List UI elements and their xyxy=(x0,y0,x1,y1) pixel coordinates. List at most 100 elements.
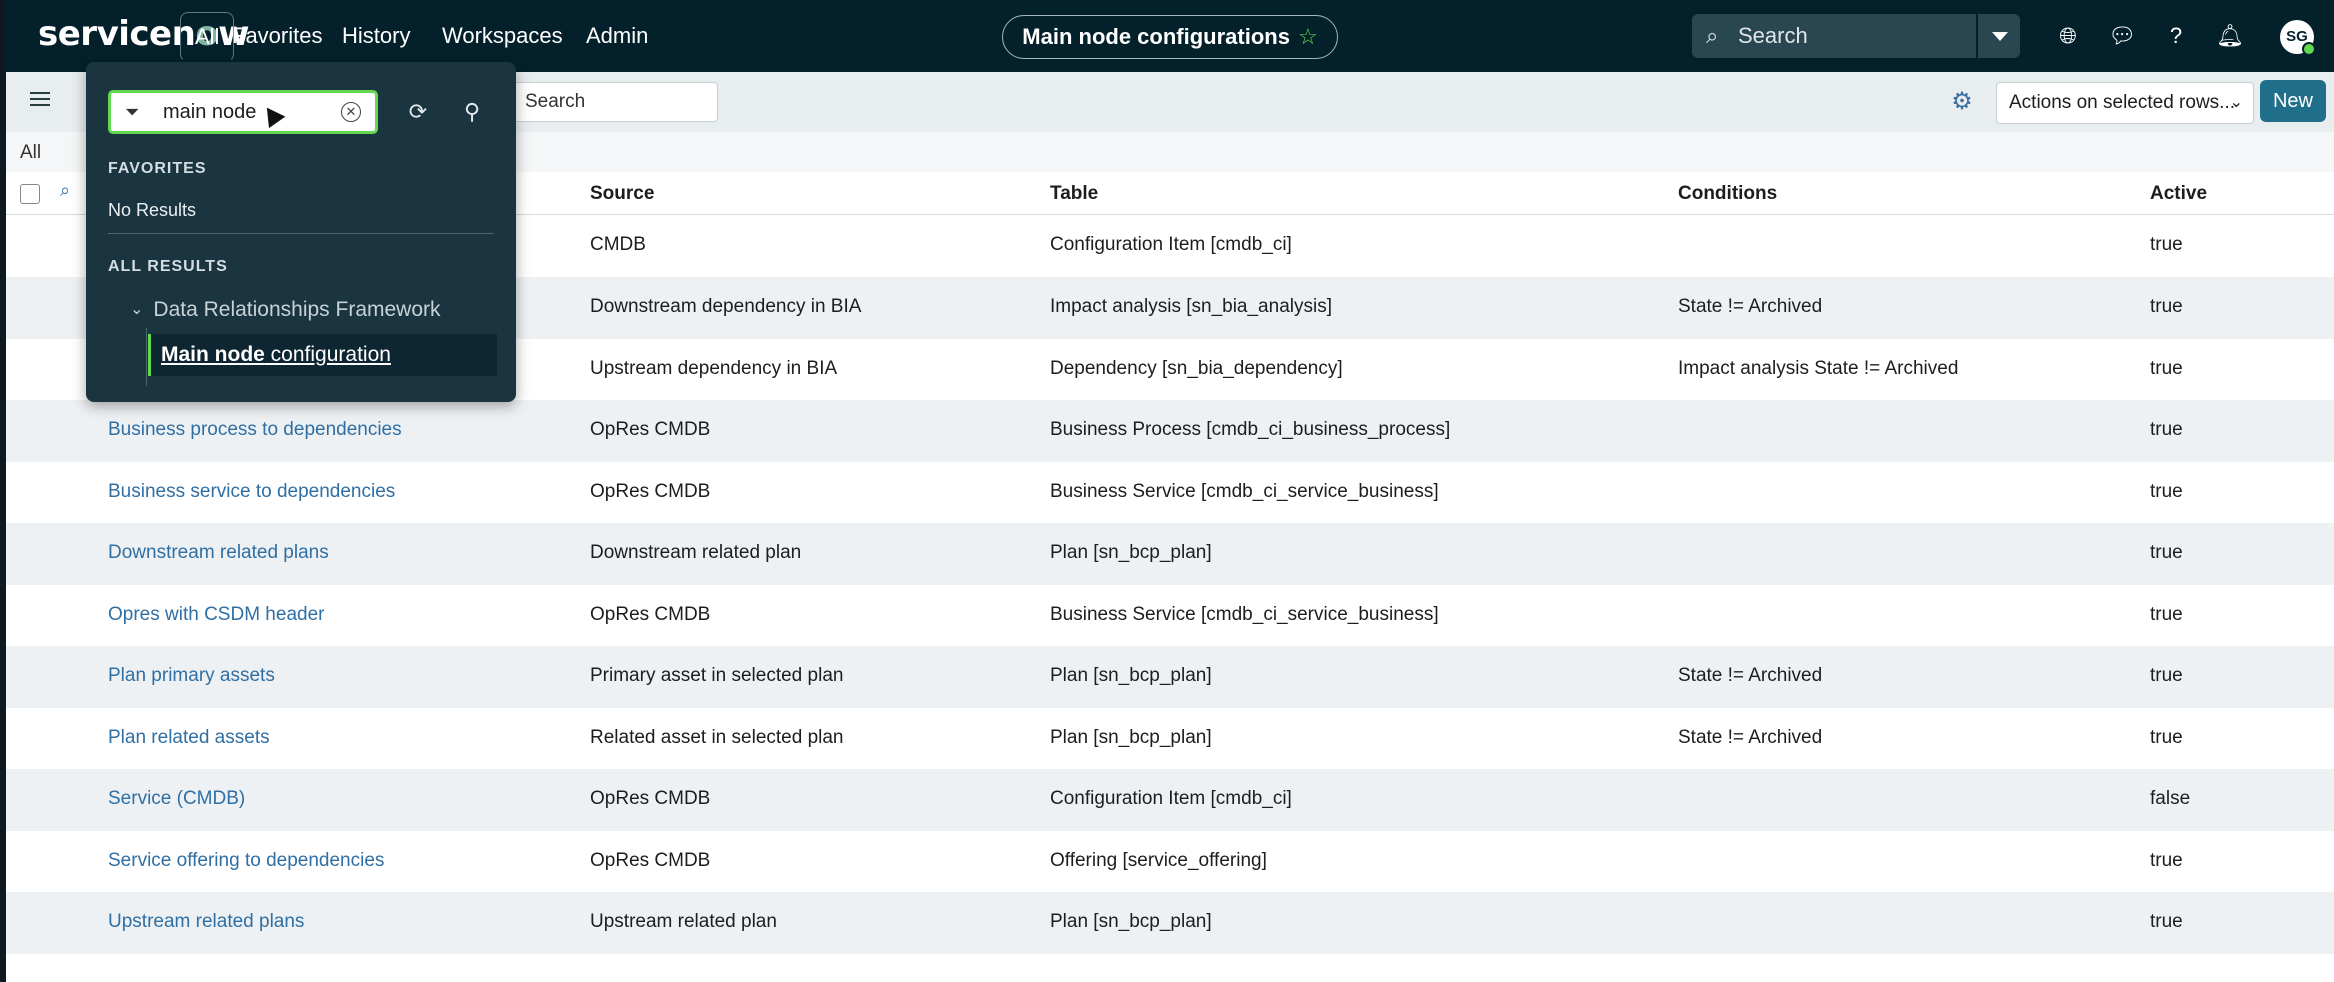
nav-item-match: Main node xyxy=(161,343,265,366)
row-source: OpRes CMDB xyxy=(590,850,711,871)
nav-item-label: Main node configuration xyxy=(151,343,391,366)
breadcrumb-all[interactable]: All xyxy=(20,142,41,164)
no-results-text: No Results xyxy=(108,200,197,220)
column-header-active[interactable]: Active xyxy=(2150,183,2207,205)
row-table: Configuration Item [cmdb_ci] xyxy=(1050,788,1292,809)
pin-icon[interactable]: ⚲ xyxy=(458,98,486,126)
global-search-input[interactable]: ⌕ Search xyxy=(1692,14,1976,58)
row-table: Configuration Item [cmdb_ci] xyxy=(1050,234,1292,255)
row-active: false xyxy=(2150,788,2191,809)
table-row[interactable]: Business process to dependencies OpRes C… xyxy=(6,400,2334,462)
new-button[interactable]: New xyxy=(2260,80,2326,122)
table-row[interactable]: Service offering to dependencies OpRes C… xyxy=(6,831,2334,893)
chat-icon[interactable]: 💬︎ xyxy=(2108,22,2136,50)
favorite-star-icon[interactable]: ☆ xyxy=(1298,24,1318,49)
table-row[interactable]: Opres with CSDM header OpRes CMDB Busine… xyxy=(6,585,2334,647)
filter-navigator-popup: ⏷ main node ✕ ⟳ ⚲ FAVORITES No Results A… xyxy=(86,62,516,402)
list-settings-gear-icon[interactable]: ⚙ xyxy=(1948,88,1976,116)
list-search-input[interactable]: Search xyxy=(510,82,718,122)
global-search-placeholder: Search xyxy=(1738,23,1808,48)
row-name-link[interactable]: Business service to dependencies xyxy=(108,481,395,503)
filter-query: main node xyxy=(163,101,257,123)
row-conditions: State != Archived xyxy=(1678,665,1823,686)
row-conditions: Impact analysis State != Archived xyxy=(1678,358,1959,379)
row-source: Upstream dependency in BIA xyxy=(590,358,838,379)
nav-group-data-relationships-framework[interactable]: ⌄ Data Relationships Framework xyxy=(130,298,441,322)
row-active: true xyxy=(2150,727,2183,748)
page-title-pill[interactable]: Main node configurations ☆ xyxy=(1002,15,1338,59)
row-name-link[interactable]: Business process to dependencies xyxy=(108,419,402,441)
row-name-link[interactable]: Service offering to dependencies xyxy=(108,850,384,872)
favorites-heading: FAVORITES xyxy=(108,160,207,177)
chevron-down-icon: ⌄ xyxy=(130,301,144,318)
row-name-link[interactable]: Plan primary assets xyxy=(108,665,275,687)
row-active: true xyxy=(2150,358,2183,379)
help-icon[interactable]: ? xyxy=(2162,22,2190,50)
filter-navigator-input[interactable]: ⏷ main node ✕ xyxy=(108,90,378,134)
row-name-link[interactable]: Downstream related plans xyxy=(108,542,329,564)
table-row[interactable]: Downstream related plans Downstream rela… xyxy=(6,523,2334,585)
row-active: true xyxy=(2150,234,2183,255)
table-row[interactable]: Service (CMDB) OpRes CMDB Configuration … xyxy=(6,769,2334,831)
row-active: true xyxy=(2150,911,2183,932)
row-table: Plan [sn_bcp_plan] xyxy=(1050,542,1212,563)
column-search-icon[interactable]: ⌕ xyxy=(60,180,70,201)
search-scope-dropdown[interactable] xyxy=(1978,14,2020,58)
row-active: true xyxy=(2150,296,2183,317)
page-title: Main node configurations xyxy=(1022,24,1290,49)
row-active: true xyxy=(2150,542,2183,563)
row-active: true xyxy=(2150,604,2183,625)
tree-connector xyxy=(146,328,147,386)
list-menu-icon[interactable] xyxy=(30,92,50,108)
row-name-link[interactable]: Upstream related plans xyxy=(108,911,304,933)
row-source: OpRes CMDB xyxy=(590,788,711,809)
row-name-link[interactable]: Service (CMDB) xyxy=(108,788,245,810)
nav-tab-all[interactable]: All xyxy=(180,12,235,62)
row-name-link[interactable]: Plan related assets xyxy=(108,727,270,749)
notification-bell-icon[interactable]: 🔔︎ xyxy=(2216,22,2244,50)
row-table: Plan [sn_bcp_plan] xyxy=(1050,665,1212,686)
row-active: true xyxy=(2150,481,2183,502)
nav-tab-history[interactable]: History xyxy=(342,12,410,60)
table-row[interactable]: Business service to dependencies OpRes C… xyxy=(6,462,2334,524)
chevron-down-icon: ⌄ xyxy=(2229,94,2243,111)
clear-search-icon[interactable]: ✕ xyxy=(341,102,361,122)
user-avatar[interactable]: SG xyxy=(2280,20,2316,56)
row-name-link[interactable]: Opres with CSDM header xyxy=(108,604,324,626)
presence-status-dot xyxy=(2302,42,2316,56)
actions-select-label: Actions on selected rows... xyxy=(2009,92,2235,113)
row-table: Business Service [cmdb_ci_service_busine… xyxy=(1050,481,1439,502)
row-source: Downstream dependency in BIA xyxy=(590,296,862,317)
row-source: Downstream related plan xyxy=(590,542,802,563)
refresh-icon[interactable]: ⟳ xyxy=(404,98,432,126)
nav-group-label: Data Relationships Framework xyxy=(153,298,441,321)
app-frame: servicenow All Favorites History Workspa… xyxy=(6,0,2334,982)
row-table: Dependency [sn_bia_dependency] xyxy=(1050,358,1343,379)
list-search-placeholder: Search xyxy=(525,91,586,112)
row-table: Impact analysis [sn_bia_analysis] xyxy=(1050,296,1332,317)
row-conditions: State != Archived xyxy=(1678,727,1823,748)
row-active: true xyxy=(2150,850,2183,871)
table-row[interactable]: Plan related assets Related asset in sel… xyxy=(6,708,2334,770)
globe-icon[interactable]: 🌐︎ xyxy=(2054,22,2082,50)
filter-icon: ⏷ xyxy=(125,102,140,122)
row-conditions: State != Archived xyxy=(1678,296,1823,317)
row-source: CMDB xyxy=(590,234,646,255)
actions-select[interactable]: Actions on selected rows... ⌄ xyxy=(1996,82,2254,124)
nav-tab-favorites[interactable]: Favorites xyxy=(232,12,322,60)
table-row[interactable]: Upstream related plans Upstream related … xyxy=(6,892,2334,954)
nav-tab-workspaces[interactable]: Workspaces xyxy=(442,12,563,60)
column-header-table[interactable]: Table xyxy=(1050,183,1098,205)
nav-tab-admin[interactable]: Admin xyxy=(586,12,648,60)
row-active: true xyxy=(2150,419,2183,440)
row-source: OpRes CMDB xyxy=(590,604,711,625)
select-all-checkbox[interactable] xyxy=(20,184,40,204)
row-source: Upstream related plan xyxy=(590,911,777,932)
all-results-heading: ALL RESULTS xyxy=(108,258,228,275)
table-row[interactable]: Plan primary assets Primary asset in sel… xyxy=(6,646,2334,708)
column-header-source[interactable]: Source xyxy=(590,183,654,205)
row-source: OpRes CMDB xyxy=(590,481,711,502)
row-table: Plan [sn_bcp_plan] xyxy=(1050,911,1212,932)
nav-item-main-node-configuration[interactable]: Main node configuration xyxy=(148,334,497,376)
column-header-conditions[interactable]: Conditions xyxy=(1678,183,1777,205)
